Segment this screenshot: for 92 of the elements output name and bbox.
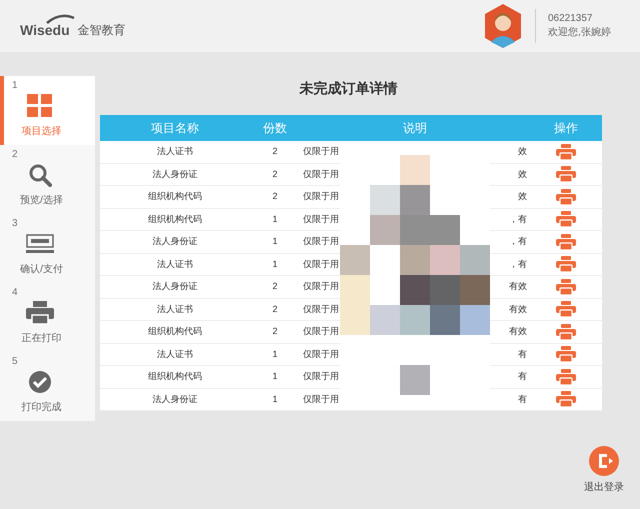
table-cell-text: 组织机构代码 [147, 212, 203, 226]
table-cell-text: 法人证书 [156, 145, 194, 158]
print-icon[interactable] [556, 278, 576, 295]
user-id: 06221357 [548, 12, 594, 26]
table-cell-text: 仅限于用 [303, 280, 339, 293]
table-cell-text: 有效 [509, 280, 527, 293]
table-cell-text: 效 [518, 145, 527, 158]
table-cell-text: 法人身份证 [152, 168, 198, 180]
printer-icon [26, 301, 54, 325]
step-number: 1 [11, 79, 19, 92]
card-icon [26, 234, 54, 254]
table-cell-text: 有 [518, 370, 527, 383]
step-label: 确认/支付 [19, 262, 64, 277]
grid-icon [26, 94, 52, 118]
check-icon [28, 370, 52, 394]
table-cell-text: 仅限于用 [303, 212, 339, 226]
table-cell-text: 1 [271, 258, 278, 270]
table-cell-text: 仅限于用 [303, 190, 339, 203]
step-number: 4 [11, 286, 19, 299]
logout-button[interactable]: 退出登录 [584, 446, 624, 495]
table-cell-text: 效 [518, 190, 527, 203]
step-number: 3 [11, 217, 19, 230]
table-cell-text: 仅限于用 [303, 168, 339, 180]
column-header: 项目名称 [150, 120, 200, 137]
print-icon[interactable] [556, 301, 576, 318]
table-cell-text: 有效 [509, 302, 527, 316]
step-number: 5 [11, 355, 19, 368]
table-cell-text: 仅限于用 [303, 370, 339, 383]
print-icon[interactable] [556, 346, 576, 362]
print-icon[interactable] [556, 324, 576, 340]
table-cell-text: 组织机构代码 [147, 325, 203, 338]
table-cell-text: 仅限于用 [303, 258, 339, 270]
table-cell-text: 法人证书 [156, 348, 194, 360]
print-icon[interactable] [556, 166, 576, 182]
table-cell-text: 仅限于用 [303, 302, 339, 316]
table-cell-text: 组织机构代码 [147, 190, 203, 203]
print-icon[interactable] [556, 211, 576, 228]
welcome-text: 欢迎您,张婉婷 [548, 26, 611, 40]
table-cell-text: 组织机构代码 [147, 370, 203, 383]
page-title: 未完成订单详情 [300, 79, 398, 98]
print-icon[interactable] [556, 391, 576, 408]
print-icon[interactable] [556, 256, 576, 272]
print-icon[interactable] [556, 368, 576, 385]
table-cell-text: 有 [518, 348, 527, 360]
table-cell-text: 1 [271, 370, 278, 383]
step-label: 项目选择 [20, 124, 62, 139]
table-cell-text: 法人身份证 [152, 392, 198, 406]
table-cell-text: 2 [271, 325, 278, 338]
table-cell-text: 有 [518, 392, 527, 406]
table-cell-text: 2 [271, 190, 278, 203]
table-cell-text: 有效 [509, 325, 527, 338]
step-label: 预览/选择 [19, 194, 64, 208]
brand-name: 金智教育 [78, 22, 126, 39]
step-number: 2 [11, 148, 19, 161]
table-cell-text: ，有 [509, 212, 527, 226]
step-item[interactable]: 3 确认/支付 [0, 214, 95, 283]
print-icon[interactable] [556, 188, 576, 205]
search-icon [28, 163, 52, 187]
logo: Wisedu [20, 20, 70, 40]
table-cell-text: 效 [518, 168, 527, 180]
table-cell-text: 仅限于用 [303, 325, 339, 338]
step-item[interactable]: 2 预览/选择 [0, 145, 95, 214]
avatar-icon [483, 4, 523, 48]
table-cell-text: ，有 [509, 235, 527, 248]
table-cell-text: 仅限于用 [303, 145, 339, 158]
table-cell-text: 法人身份证 [152, 280, 198, 293]
column-header: 份数 [262, 120, 288, 137]
table-cell-text: 仅限于用 [303, 392, 339, 406]
column-header: 说明 [402, 120, 428, 137]
step-label: 打印完成 [20, 400, 62, 415]
step-label: 正在打印 [20, 332, 62, 346]
table-cell-text: 法人证书 [156, 302, 194, 316]
print-icon[interactable] [556, 144, 576, 160]
table-cell-text: 仅限于用 [303, 235, 339, 248]
table-cell-text: 1 [271, 212, 278, 226]
exit-icon [589, 446, 619, 476]
step-item[interactable]: 5 打印完成 [0, 352, 95, 421]
column-header: 操作 [553, 120, 579, 137]
table-cell-text: 仅限于用 [303, 348, 339, 360]
logo-swoosh-icon [45, 14, 75, 24]
table-cell-text: 2 [271, 280, 278, 293]
table-cell-text: 1 [271, 392, 278, 406]
table-cell-text: 2 [271, 168, 278, 180]
table-cell-text: ，有 [509, 258, 527, 270]
table-cell-text: 法人证书 [156, 258, 194, 270]
step-item[interactable]: 4 正在打印 [0, 283, 95, 352]
table-cell-text: 2 [271, 302, 278, 316]
print-icon[interactable] [556, 234, 576, 250]
table-cell-text: 1 [271, 235, 278, 248]
table-cell-text: 2 [271, 145, 278, 158]
table-cell-text: 法人身份证 [152, 235, 198, 248]
table-cell-text: 1 [271, 348, 278, 360]
